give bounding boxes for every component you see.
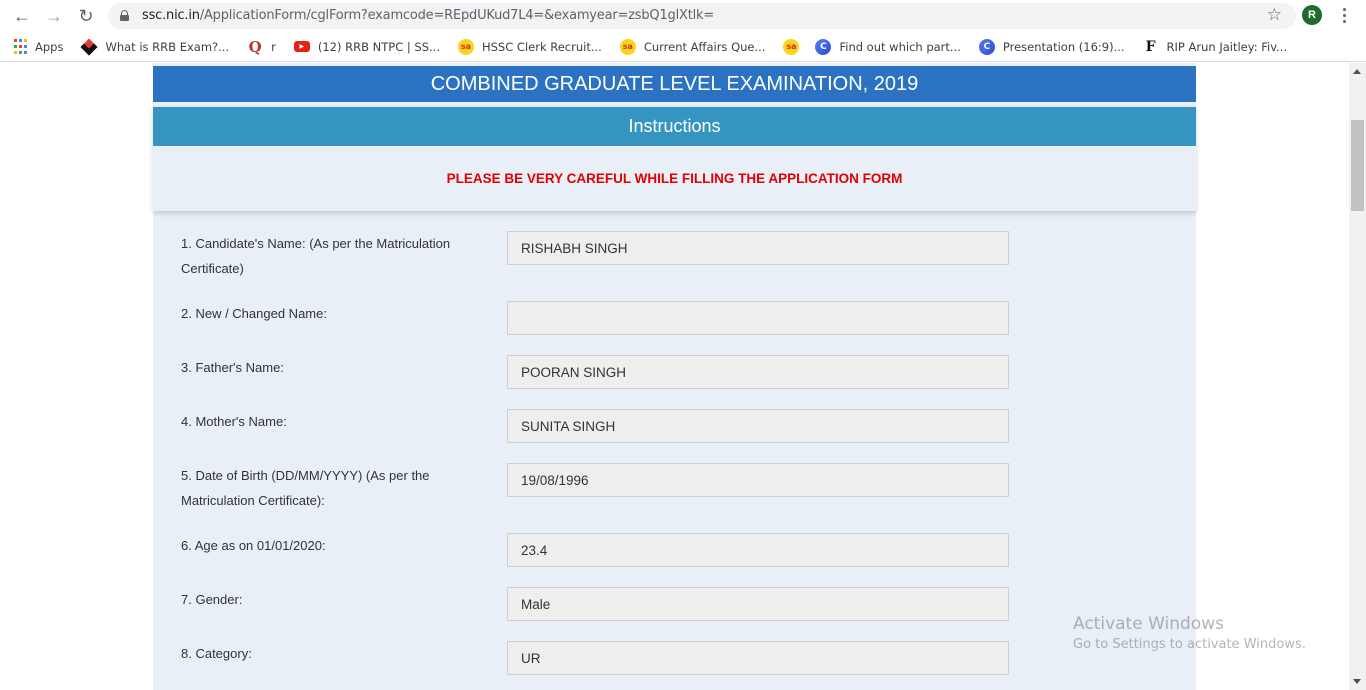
field-label: 2. New / Changed Name: — [181, 306, 327, 321]
field-label: 8. Category: — [181, 646, 252, 661]
lock-icon — [120, 10, 129, 21]
back-arrow-icon[interactable]: ← — [10, 4, 34, 28]
bookmark-label: RIP Arun Jaitley: Fiv... — [1166, 39, 1288, 54]
exam-title: COMBINED GRADUATE LEVEL EXAMINATION, 201… — [153, 66, 1196, 102]
forward-arrow-icon[interactable]: → — [42, 4, 66, 28]
sa-logo-icon: sa — [457, 38, 474, 55]
reload-icon[interactable]: ↻ — [74, 4, 98, 28]
bookmark-label: Apps — [35, 39, 64, 54]
field-label: 6. Age as on 01/01/2020: — [181, 538, 326, 553]
browser-toolbar: ← → ↻ ssc.nic.in/ApplicationForm/cglForm… — [0, 0, 1366, 32]
youtube-icon: ▶ — [293, 41, 310, 52]
bookmarks-bar: Apps What is RRB Exam?... Q r ▶ (12) RRB… — [0, 32, 1366, 62]
new-name-input[interactable] — [507, 301, 1009, 335]
sa-logo-icon: sa — [619, 38, 636, 55]
bookmark-find-out[interactable]: C Find out which part... — [815, 38, 961, 55]
field-label: 3. Father's Name: — [181, 360, 284, 375]
father-name-input[interactable]: POORAN SINGH — [507, 355, 1009, 389]
quora-icon: Q — [248, 37, 262, 56]
bookmark-presentation[interactable]: C Presentation (16:9)... — [978, 38, 1125, 55]
bookmark-sa[interactable]: sa — [783, 38, 807, 55]
watermark-subtitle: Go to Settings to activate Windows. — [1073, 637, 1306, 652]
bookmark-label: (12) RRB NTPC | SS... — [317, 39, 440, 54]
bookmark-quora[interactable]: Q r — [247, 37, 276, 56]
bookmark-youtube[interactable]: ▶ (12) RRB NTPC | SS... — [293, 39, 440, 54]
mother-name-input[interactable]: SUNITA SINGH — [507, 409, 1009, 443]
warning-text: PLEASE BE VERY CAREFUL WHILE FILLING THE… — [446, 171, 903, 186]
bookmark-label: Presentation (16:9)... — [1002, 39, 1125, 54]
instructions-panel: Instructions PLEASE BE VERY CAREFUL WHIL… — [153, 107, 1196, 211]
form-container: COMBINED GRADUATE LEVEL EXAMINATION, 201… — [153, 63, 1196, 690]
field-label: 5. Date of Birth (DD/MM/YYYY) (As per th… — [181, 468, 430, 508]
page-viewport: COMBINED GRADUATE LEVEL EXAMINATION, 201… — [0, 63, 1349, 690]
scroll-down-arrow-icon[interactable] — [1353, 679, 1361, 684]
scroll-up-arrow-icon[interactable] — [1353, 69, 1361, 74]
bookmark-apps[interactable]: Apps — [14, 39, 63, 55]
address-bar[interactable]: ssc.nic.in/ApplicationForm/cglForm?examc… — [108, 3, 1296, 29]
url-path: /ApplicationForm/cglForm?examcode=REpdUK… — [199, 8, 715, 23]
bookmark-star-icon[interactable]: ☆ — [1267, 5, 1282, 25]
bookmark-forbes[interactable]: F RIP Arun Jaitley: Fiv... — [1143, 39, 1288, 55]
sa-logo-icon: sa — [783, 38, 800, 55]
bookmark-hssc-clerk[interactable]: sa HSSC Clerk Recruit... — [457, 38, 602, 55]
canva-icon: C — [978, 38, 995, 55]
date-of-birth-input[interactable]: 19/08/1996 — [507, 463, 1009, 497]
apps-grid-icon — [14, 39, 27, 55]
field-label: 4. Mother's Name: — [181, 414, 287, 429]
category-input[interactable]: UR — [507, 641, 1009, 675]
forbes-icon: F — [1145, 38, 1156, 55]
page-scrollbar[interactable] — [1349, 63, 1366, 690]
activate-windows-watermark: Activate Windows Go to Settings to activ… — [1073, 614, 1306, 652]
bookmark-label: r — [271, 39, 276, 54]
diamond-logo-icon — [80, 38, 98, 55]
bookmark-label: What is RRB Exam?... — [105, 39, 230, 54]
candidate-name-input[interactable]: RISHABH SINGH — [507, 231, 1009, 265]
instructions-heading: Instructions — [153, 107, 1196, 146]
canva-icon: C — [815, 38, 832, 55]
bookmark-current-affairs[interactable]: sa Current Affairs Que... — [619, 38, 766, 55]
scrollbar-thumb[interactable] — [1351, 120, 1364, 211]
url-text[interactable]: ssc.nic.in/ApplicationForm/cglForm?examc… — [142, 8, 714, 23]
gender-input[interactable]: Male — [507, 587, 1009, 621]
kebab-menu-icon[interactable] — [1336, 4, 1352, 26]
bookmark-label: HSSC Clerk Recruit... — [481, 39, 602, 54]
url-host: ssc.nic.in — [142, 8, 200, 23]
watermark-title: Activate Windows — [1073, 614, 1224, 634]
age-input[interactable]: 23.4 — [507, 533, 1009, 567]
bookmark-label: Find out which part... — [839, 39, 961, 54]
bookmark-label: Current Affairs Que... — [643, 39, 766, 54]
profile-avatar[interactable]: R — [1302, 5, 1322, 25]
bookmark-rrb-exam[interactable]: What is RRB Exam?... — [80, 38, 230, 55]
field-label: 1. Candidate's Name: (As per the Matricu… — [181, 236, 451, 276]
field-label: 7. Gender: — [181, 592, 243, 607]
